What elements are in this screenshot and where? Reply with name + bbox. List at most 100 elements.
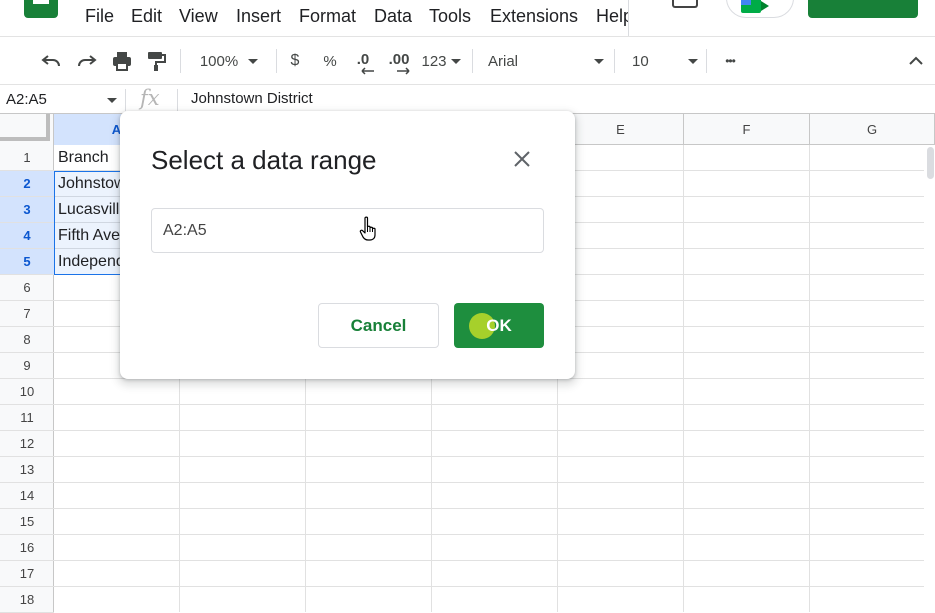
percent-label: % (323, 52, 337, 70)
grid-line (54, 482, 935, 483)
name-box[interactable]: A2:A5 (6, 91, 47, 108)
row-header[interactable]: 1 (0, 145, 54, 171)
toolbar-separator (614, 49, 615, 73)
row-headers: 1 2 3 4 5 6 7 8 9 10 11 12 13 14 15 16 1… (0, 145, 54, 613)
toolbar-separator (180, 49, 181, 73)
hand-cursor-icon (359, 216, 376, 241)
grid-line (54, 508, 935, 509)
chevron-down-icon (450, 58, 461, 64)
font-family-select[interactable]: Arial (488, 37, 604, 85)
increase-decimal-button[interactable]: .00 (384, 37, 414, 85)
more-options-button[interactable]: ••• (716, 37, 744, 85)
formula-bar-separator (125, 89, 126, 111)
freeze-handle[interactable] (0, 114, 50, 141)
decrease-decimal-label: .0 (356, 50, 370, 68)
redo-icon (78, 55, 97, 67)
column-header-g[interactable]: G (810, 114, 935, 145)
row-header[interactable]: 9 (0, 353, 54, 379)
row-header[interactable]: 2 (0, 171, 54, 197)
select-all-corner[interactable] (0, 114, 54, 145)
grid-line (54, 404, 935, 405)
currency-label: $ (290, 52, 300, 69)
menu-format[interactable]: Format (299, 6, 356, 27)
menu-edit[interactable]: Edit (131, 6, 162, 27)
formula-input[interactable]: Johnstown District (191, 90, 313, 107)
comment-icon[interactable] (672, 0, 698, 8)
chevron-down-icon[interactable] (107, 98, 117, 103)
menu-divider (628, 0, 629, 36)
toolbar-separator (276, 49, 277, 73)
range-input[interactable] (151, 208, 544, 253)
dialog-title: Select a data range (151, 145, 377, 175)
menu-data[interactable]: Data (374, 6, 412, 27)
meet-button[interactable] (726, 0, 794, 18)
row-header[interactable]: 6 (0, 275, 54, 301)
row-header[interactable]: 14 (0, 483, 54, 509)
more-icon: ••• (725, 54, 736, 68)
row-header[interactable]: 10 (0, 379, 54, 405)
chevron-down-icon (688, 58, 698, 64)
menu-extensions[interactable]: Extensions (490, 6, 578, 27)
menu-insert[interactable]: Insert (236, 6, 281, 27)
vertical-scrollbar[interactable] (924, 145, 935, 612)
grid-line (54, 456, 935, 457)
grid-line (54, 430, 935, 431)
percent-button[interactable]: % (318, 37, 342, 85)
row-header[interactable]: 8 (0, 327, 54, 353)
zoom-select[interactable]: 100% (192, 37, 266, 85)
print-button[interactable] (107, 37, 137, 85)
font-family-value: Arial (488, 52, 519, 70)
row-header[interactable]: 12 (0, 431, 54, 457)
menu-tools[interactable]: Tools (429, 6, 471, 27)
row-header[interactable]: 7 (0, 301, 54, 327)
row-header[interactable]: 17 (0, 561, 54, 587)
zoom-value: 100% (199, 52, 239, 70)
decrease-decimal-button[interactable]: .0 (350, 37, 376, 85)
select-data-range-dialog: Select a data range Cancel OK (120, 111, 575, 379)
fx-icon: fx (140, 86, 160, 110)
undo-button[interactable] (36, 37, 66, 85)
collapse-toolbar-button[interactable] (902, 37, 930, 85)
print-icon (113, 52, 131, 71)
row-header[interactable]: 13 (0, 457, 54, 483)
ok-button[interactable]: OK (454, 303, 544, 348)
formula-bar-separator (177, 89, 178, 111)
column-header-e[interactable]: E (558, 114, 684, 145)
arrow-right-icon (397, 67, 410, 75)
row-header[interactable]: 11 (0, 405, 54, 431)
ok-button-label: OK (486, 315, 512, 335)
paint-format-icon (148, 52, 166, 71)
paint-format-button[interactable] (141, 37, 171, 85)
row-header[interactable]: 18 (0, 587, 54, 613)
number-format-select[interactable]: 123 (419, 37, 463, 85)
row-header[interactable]: 4 (0, 223, 54, 249)
chevron-down-icon (594, 58, 604, 64)
cancel-button[interactable]: Cancel (318, 303, 439, 348)
redo-button[interactable] (72, 37, 102, 85)
row-header[interactable]: 15 (0, 509, 54, 535)
grid-line (54, 586, 935, 587)
column-header-f[interactable]: F (684, 114, 810, 145)
increase-decimal-label: .00 (388, 50, 410, 68)
close-button[interactable] (511, 148, 533, 170)
row-header[interactable]: 3 (0, 197, 54, 223)
font-size-select[interactable]: 10 (632, 37, 698, 85)
toolbar: 100% $ % .0 .00 123 Arial 10 ••• (0, 36, 935, 84)
currency-button[interactable]: $ (283, 37, 307, 85)
meet-icon (741, 0, 769, 13)
menu-help[interactable]: Help (596, 6, 628, 27)
font-size-value: 10 (632, 52, 649, 70)
chevron-up-icon (909, 56, 923, 65)
menu-view[interactable]: View (179, 6, 218, 27)
close-icon (514, 151, 530, 167)
undo-icon (41, 55, 60, 67)
share-button[interactable] (808, 0, 918, 18)
menu-bar: File Edit View Insert Format Data Tools … (0, 0, 935, 36)
row-header[interactable]: 16 (0, 535, 54, 561)
toolbar-separator (472, 49, 473, 73)
menu-file[interactable]: File (85, 6, 114, 27)
scrollbar-thumb[interactable] (927, 147, 934, 179)
grid-line (54, 534, 935, 535)
row-header[interactable]: 5 (0, 249, 54, 275)
grid-line (54, 560, 935, 561)
